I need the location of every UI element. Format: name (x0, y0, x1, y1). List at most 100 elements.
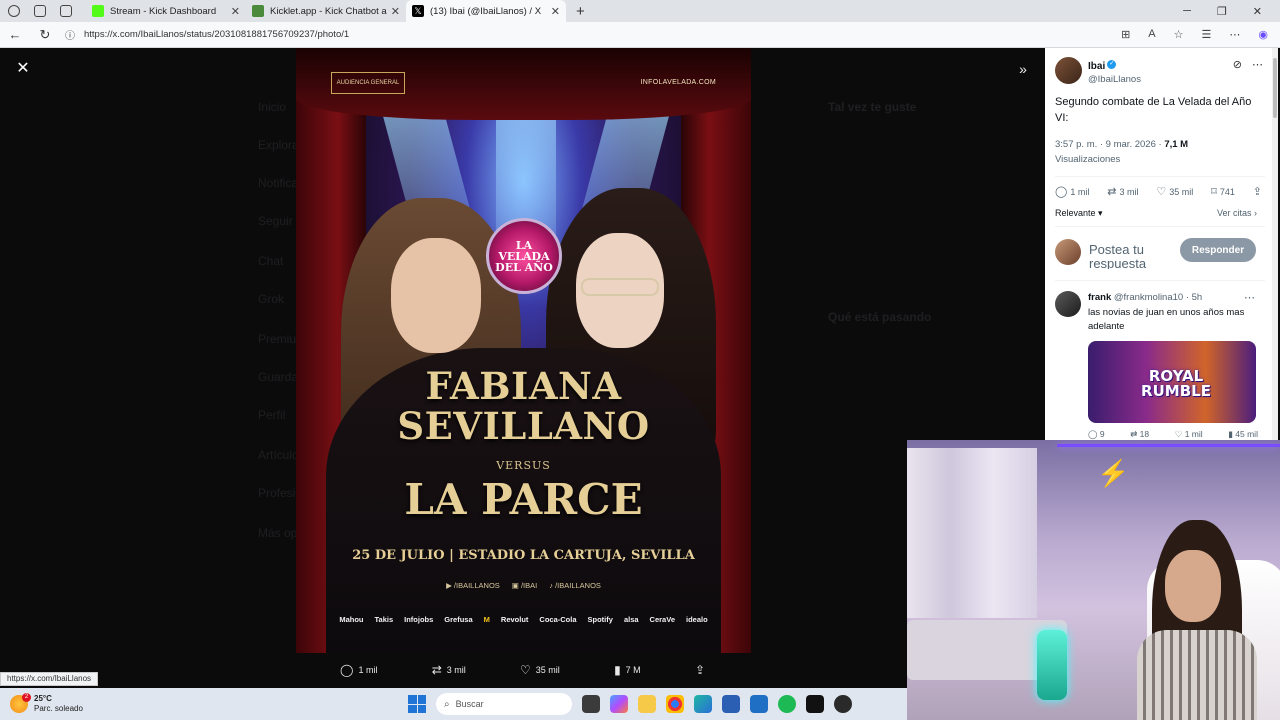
close-tab-icon[interactable]: ✕ (231, 5, 240, 18)
fighter1-first: FABIANA (425, 364, 622, 408)
count: 45 mil (1235, 429, 1258, 439)
velada-logo: LA VELADA DEL AÑO (486, 218, 562, 294)
share-action[interactable]: ⇪ (695, 663, 710, 677)
avatar[interactable] (1055, 291, 1081, 317)
chevron-right-icon: › (1254, 208, 1257, 218)
tab-kick-dashboard[interactable]: Stream - Kick Dashboard ✕ (86, 0, 246, 22)
favorites-icon[interactable]: ☰ (1202, 28, 1212, 41)
read-aloud-icon[interactable]: A (1148, 28, 1155, 41)
workspaces-icon[interactable] (34, 5, 46, 17)
tweet-timestamp[interactable]: 3:57 p. m. · 9 mar. 2026 · (1055, 139, 1164, 150)
scrollbar-thumb[interactable] (1273, 58, 1277, 118)
more-options-icon[interactable]: ⋯ (1252, 58, 1263, 71)
copilot-icon[interactable]: ◉ (1258, 28, 1268, 41)
close-window-icon[interactable]: ✕ (1253, 5, 1262, 18)
store-icon[interactable] (722, 695, 740, 713)
author-name[interactable]: Ibai (1088, 61, 1105, 72)
twitch-text: /IBAI (520, 581, 538, 590)
poster-site: INFOLAVELADA.COM (640, 79, 716, 86)
bookmark-stat-count: 741 (1219, 187, 1235, 197)
views-action[interactable]: ▮ 7 M (614, 663, 641, 677)
sponsor-row: Mahou Takis Infojobs Grefusa M Revolut C… (296, 615, 751, 624)
audience-badge: AUDIENCIA GENERAL (331, 72, 405, 94)
bg-nav-4: Seguir (258, 214, 293, 228)
share-stat[interactable]: ⇪ (1253, 185, 1265, 198)
taskbar-search[interactable]: ⌕ Buscar (436, 693, 572, 715)
divider (1055, 280, 1265, 281)
tab-ibai-x[interactable]: 𝕏 (13) Ibai (@IbaiLlanos) / X ✕ (406, 0, 566, 22)
windows-start-icon[interactable] (408, 695, 426, 713)
outlook-icon[interactable] (750, 695, 768, 713)
bookmark-icon: ⌑ (1211, 186, 1217, 198)
divider (1055, 176, 1265, 177)
tweet-meta: 3:57 p. m. · 9 mar. 2026 · 7,1 M Visuali… (1055, 137, 1265, 167)
reply-like-stat[interactable]: ♡ 1 mil (1175, 429, 1203, 440)
close-photo-icon[interactable]: ✕ (12, 58, 34, 80)
favorite-star-icon[interactable]: ☆ (1174, 28, 1184, 41)
reply-author-handle[interactable]: @frankmolina10 (1114, 292, 1183, 303)
close-tab-icon[interactable]: ✕ (551, 5, 560, 18)
grok-icon[interactable]: ⊘ (1233, 58, 1242, 71)
reply-action[interactable]: ◯ 1 mil (340, 663, 377, 677)
view-quotes-link[interactable]: Ver citas › (1217, 208, 1257, 218)
app-available-icon[interactable]: ⊞ (1121, 28, 1130, 41)
reload-icon[interactable]: ↻ (30, 27, 60, 43)
file-explorer-icon[interactable] (638, 695, 656, 713)
author-handle[interactable]: @IbaiLlanos (1088, 74, 1141, 85)
obs-icon[interactable] (834, 695, 852, 713)
reply-text: las novias de juan en unos años mas adel… (1088, 307, 1245, 332)
versus-label: VERSUS (496, 459, 551, 472)
spotify-icon[interactable] (778, 695, 796, 713)
panel-top-icons: ⊘ ⋯ (1233, 58, 1263, 71)
avatar[interactable] (1055, 57, 1082, 84)
tab-actions-icon[interactable] (60, 5, 72, 17)
expand-panel-icon[interactable]: » (1012, 58, 1034, 80)
fighter2-name: LA PARCE (404, 475, 643, 524)
twitch-handle: ▣ /IBAI (511, 581, 538, 590)
share-icon: ⇪ (694, 663, 705, 677)
minimize-icon[interactable]: ─ (1183, 5, 1191, 18)
reply-views-stat[interactable]: ▮ 45 mil (1228, 429, 1258, 440)
site-info-icon[interactable]: ⓘ (60, 27, 80, 42)
extensions-icon[interactable]: ⋯ (1229, 28, 1240, 41)
chrome-icon[interactable] (666, 695, 684, 713)
reply-input[interactable]: Postea tu respuesta (1089, 243, 1173, 269)
tiktok-text: /IBAILLANOS (555, 581, 601, 590)
bar-chart-icon: ▮ (614, 663, 621, 677)
url-field[interactable]: https://x.com/IbaiLlanos/status/20310818… (84, 29, 1121, 40)
reply-repost-stat[interactable]: ⇄ 18 (1130, 429, 1149, 440)
tab-kicklet[interactable]: Kicklet.app - Kick Chatbot and O ✕ (246, 0, 406, 22)
reply-stat[interactable]: ◯ 1 mil (1055, 185, 1089, 198)
reply-reply-stat[interactable]: ◯ 9 (1088, 429, 1105, 440)
streamer-face (1165, 550, 1221, 622)
like-stat[interactable]: ♡ 35 mil (1156, 185, 1193, 198)
glasses-shape (581, 278, 659, 296)
weather-desc: Parc. soleado (34, 704, 83, 713)
like-action[interactable]: ♡ 35 mil (520, 663, 560, 677)
restore-icon[interactable]: ❐ (1217, 5, 1227, 18)
repost-stat[interactable]: ⇄ 3 mil (1107, 185, 1138, 198)
reply-author-name[interactable]: frank (1088, 292, 1111, 303)
weather-widget[interactable]: 2 25°C Parc. soleado (10, 693, 83, 714)
edge-icon[interactable] (694, 695, 712, 713)
tweet-views: 7,1 M (1164, 139, 1189, 150)
reply-image[interactable]: ROYAL RUMBLE (1088, 341, 1256, 423)
copilot-app-icon[interactable] (610, 695, 628, 713)
profile-icon[interactable] (8, 5, 20, 17)
sort-dropdown[interactable]: Relevante ▾ (1055, 208, 1103, 219)
tiktok-handle: ♪ /IBAILLANOS (549, 581, 601, 590)
browser-tabstrip: Stream - Kick Dashboard ✕ Kicklet.app - … (0, 0, 1280, 22)
more-options-icon[interactable]: ⋯ (1244, 291, 1255, 304)
new-tab-button[interactable]: + (566, 3, 595, 20)
bookmark-stat[interactable]: ⌑ 741 (1211, 185, 1235, 198)
sponsor: Mahou (339, 615, 364, 624)
author-info: Ibai ✓ @IbaiLlanos (1088, 56, 1141, 85)
search-icon: ⌕ (444, 698, 450, 710)
back-icon[interactable]: ← (0, 27, 30, 42)
repost-action[interactable]: ⇄ 3 mil (432, 663, 466, 677)
capcut-icon[interactable] (806, 695, 824, 713)
reply-button[interactable]: Responder (1180, 238, 1256, 262)
tweet-author[interactable]: Ibai ✓ @IbaiLlanos (1055, 56, 1141, 85)
task-view-icon[interactable] (582, 695, 600, 713)
close-tab-icon[interactable]: ✕ (391, 5, 400, 18)
